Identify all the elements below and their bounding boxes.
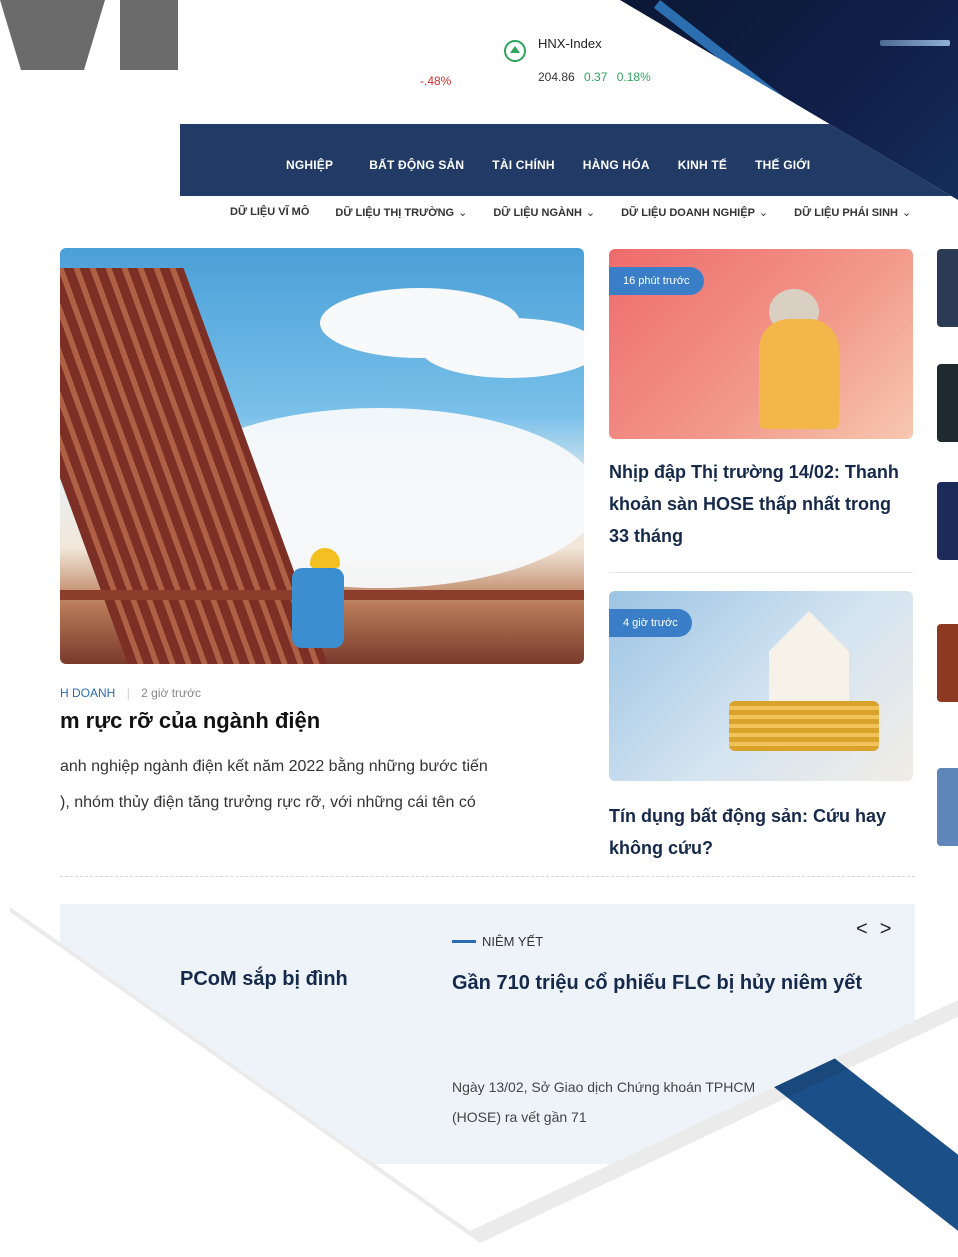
index-change-percent: -.48% [420, 74, 452, 88]
article-card-image[interactable]: 4 giờ trước [609, 591, 913, 781]
hero-title[interactable]: m rực rỡ của ngành điện [60, 708, 320, 734]
thumbnail[interactable] [937, 249, 958, 327]
main-nav: NGHIỆP BẤT ĐỘNG SẢN TÀI CHÍNH HÀNG HÓA K… [286, 158, 810, 172]
listed-category[interactable]: NIÊM YẾT [452, 934, 543, 949]
nav-item-doanh-nghiep[interactable]: NGHIỆP [286, 158, 333, 172]
chevron-down-icon: ⌄ [758, 207, 769, 219]
index-value: 204.86 [538, 70, 575, 84]
index-change-pct: 0.18% [616, 70, 651, 84]
subnav-label: DỮ LIỆU PHÁI SINH [794, 207, 898, 219]
nav-item-bat-dong-san[interactable]: BẤT ĐỘNG SẢN [369, 158, 464, 172]
chevron-down-icon: ⌄ [585, 207, 596, 219]
carousel-controls: <> [856, 918, 903, 941]
carousel-item-title[interactable]: PCoM sắp bị đình [180, 968, 348, 991]
thumbnail[interactable] [937, 624, 958, 702]
thumbnail[interactable] [937, 364, 958, 442]
category-label: NIÊM YẾT [482, 934, 544, 949]
divider [609, 572, 913, 573]
carousel-item-title[interactable]: Gần 710 triệu cổ phiếu FLC bị hủy niêm y… [452, 968, 892, 998]
bear-illustration [759, 319, 839, 429]
article-card-title[interactable]: Tín dụng bất động sản: Cứu hay không cứu… [609, 800, 909, 864]
logo-fragment [120, 0, 178, 70]
subnav-label: DỮ LIỆU THỊ TRƯỜNG [335, 207, 455, 219]
subnav-item-vi-mo[interactable]: DỮ LIỆU VĨ MÔ [230, 206, 309, 219]
chevron-down-icon: ⌄ [458, 207, 468, 219]
index-change: 0.37 [584, 70, 608, 84]
hero-time: 2 giờ trước [141, 686, 201, 700]
subnav-item-doanh-nghiep[interactable]: DỮ LIỆU DOANH NGHIỆP ⌄ [621, 206, 768, 219]
index-name: HNX-Index [538, 36, 602, 51]
logo-fragment [0, 0, 105, 70]
subnav-label: DỮ LIỆU NGÀNH [493, 207, 582, 219]
article-card-title[interactable]: Nhịp đập Thị trường 14/02: Thanh khoản s… [609, 456, 909, 552]
thumbnail[interactable] [937, 482, 958, 560]
dashed-divider [60, 876, 915, 877]
separator: | [126, 686, 130, 700]
house-illustration [769, 611, 849, 701]
chevron-right-icon[interactable]: > [880, 918, 904, 940]
cloud-shape [420, 318, 584, 378]
time-badge: 4 giờ trước [609, 609, 692, 637]
subnav-label: DỮ LIỆU DOANH NGHIỆP [621, 207, 755, 219]
hero-image[interactable] [60, 248, 584, 664]
hero-category[interactable]: H DOANH [60, 686, 115, 700]
nav-item-the-gioi[interactable]: THẾ GIỚI [755, 158, 810, 172]
hero-meta: H DOANH | 2 giờ trước [60, 686, 201, 700]
index-values: 204.86 0.37 0.18% [538, 70, 651, 84]
nav-item-kinh-te[interactable]: KINH TẾ [678, 158, 727, 172]
subnav-item-nganh[interactable]: DỮ LIỆU NGÀNH ⌄ [493, 206, 595, 219]
hexagon-frame: -.48% HNX-Index 204.86 0.37 0.18% NGHIỆP… [0, 0, 958, 1231]
subnav-item-phai-sinh[interactable]: DỮ LIỆU PHÁI SINH ⌄ [794, 206, 911, 219]
arrow-up-icon [504, 40, 526, 62]
hero-lead: ), nhóm thủy điện tăng trưởng rực rỡ, vớ… [60, 794, 476, 811]
hero-lead: anh nghiệp ngành điện kết năm 2022 bằng … [60, 758, 488, 775]
time-badge: 16 phút trước [609, 267, 704, 295]
skyline-graphic [880, 40, 950, 46]
nav-item-tai-chinh[interactable]: TÀI CHÍNH [492, 158, 554, 172]
chevron-left-icon[interactable]: < [856, 918, 880, 940]
subnav-item-thi-truong[interactable]: DỮ LIỆU THỊ TRƯỜNG ⌄ [335, 206, 467, 219]
thumbnail[interactable] [937, 768, 958, 846]
data-subnav: DỮ LIỆU VĨ MÔ DỮ LIỆU THỊ TRƯỜNG ⌄ DỮ LIỆ… [230, 206, 911, 219]
nav-item-hang-hoa[interactable]: HÀNG HÓA [583, 158, 650, 172]
worker-figure [292, 568, 344, 648]
category-dash [452, 940, 476, 943]
chevron-down-icon: ⌄ [902, 207, 912, 219]
coins-illustration [729, 701, 879, 751]
article-card-image[interactable]: 16 phút trước [609, 249, 913, 439]
